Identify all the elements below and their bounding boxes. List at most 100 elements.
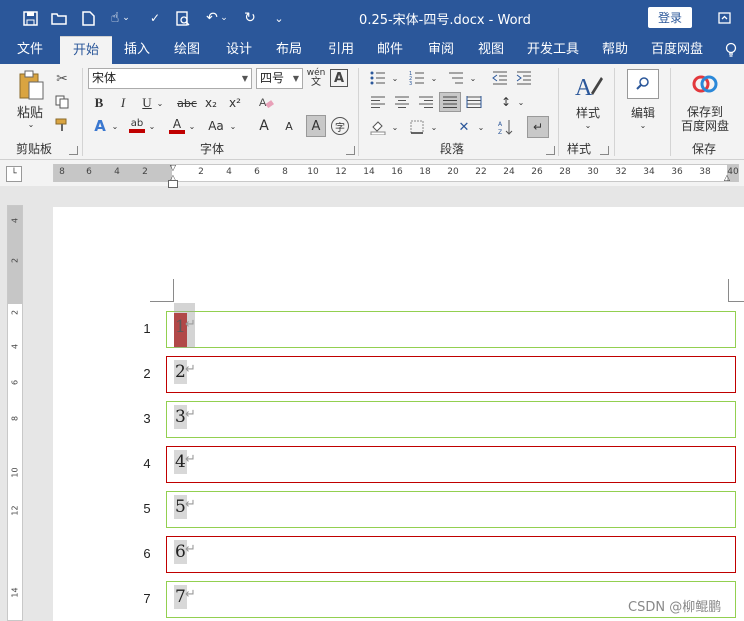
styles-gallery-icon[interactable]: A	[571, 70, 605, 104]
bordered-paragraph[interactable]: 6 ↵	[166, 536, 736, 573]
bordered-paragraph[interactable]: 5 ↵	[166, 491, 736, 528]
bullets-dropdown-icon[interactable]: ⌄	[390, 72, 400, 84]
ribbon-display-options-icon[interactable]	[713, 7, 735, 29]
underline-button[interactable]: U	[138, 94, 156, 112]
tab-references[interactable]: 引用	[320, 36, 362, 64]
styles-launcher-icon[interactable]	[600, 146, 609, 155]
search-icon[interactable]	[627, 69, 659, 99]
paste-dropdown-icon[interactable]: ⌄	[24, 119, 38, 129]
tab-developer[interactable]: 开发工具	[522, 36, 584, 64]
clear-formatting-icon[interactable]: A	[257, 94, 275, 112]
shading-icon[interactable]	[368, 118, 388, 136]
shading-dropdown-icon[interactable]: ⌄	[390, 121, 400, 133]
change-case-button[interactable]: Aa	[204, 116, 228, 136]
font-color-icon[interactable]: A	[167, 116, 187, 136]
save-icon[interactable]	[19, 6, 41, 30]
shrink-font-button[interactable]: A	[280, 116, 298, 136]
tab-baidu-netdisk[interactable]: 百度网盘	[646, 36, 708, 64]
open-folder-icon[interactable]	[48, 6, 70, 30]
paste-icon[interactable]	[14, 68, 48, 102]
cut-icon[interactable]: ✂	[52, 70, 72, 88]
tab-review[interactable]: 审阅	[420, 36, 462, 64]
show-marks-icon[interactable]: ↵	[527, 116, 549, 138]
font-launcher-icon[interactable]	[346, 146, 355, 155]
numbering-dropdown-icon[interactable]: ⌄	[429, 72, 439, 84]
format-painter-icon[interactable]	[52, 116, 72, 134]
tab-insert[interactable]: 插入	[116, 36, 158, 64]
baidu-netdisk-icon[interactable]	[690, 71, 720, 97]
styles-dropdown-icon[interactable]: ⌄	[581, 120, 595, 130]
tab-home[interactable]: 开始	[60, 36, 112, 64]
redo-icon[interactable]: ↻	[239, 6, 261, 30]
tab-draw[interactable]: 绘图	[166, 36, 208, 64]
tab-layout[interactable]: 布局	[268, 36, 310, 64]
bold-button[interactable]: B	[90, 94, 108, 112]
touch-dropdown-icon[interactable]: ⌄	[121, 6, 131, 30]
decrease-indent-icon[interactable]	[490, 70, 510, 86]
text-effects-icon[interactable]: A	[90, 116, 110, 136]
editing-button-label[interactable]: 编辑	[622, 104, 664, 120]
distributed-icon[interactable]	[464, 94, 484, 110]
font-color-dropdown-icon[interactable]: ⌄	[187, 119, 197, 133]
character-border-icon[interactable]: A	[330, 69, 348, 87]
increase-indent-icon[interactable]	[514, 70, 534, 86]
first-line-indent-marker[interactable]: ▽	[168, 162, 178, 172]
new-document-icon[interactable]	[77, 6, 99, 30]
login-button[interactable]: 登录	[648, 7, 692, 28]
bullets-icon[interactable]	[368, 70, 388, 86]
print-preview-icon[interactable]	[172, 6, 194, 30]
phonetic-guide-button[interactable]: wén 文	[307, 68, 326, 88]
line-spacing-icon[interactable]: ↕	[496, 94, 516, 110]
bordered-paragraph[interactable]: 4 ↵	[166, 446, 736, 483]
bordered-paragraph[interactable]: 1 ↵	[166, 303, 736, 348]
undo-dropdown-icon[interactable]: ⌄	[219, 6, 229, 30]
save-to-baidu-line2[interactable]: 百度网盘	[674, 118, 736, 133]
left-indent-marker[interactable]	[168, 180, 178, 188]
paste-button-label[interactable]: 粘贴	[12, 102, 48, 121]
borders-icon[interactable]	[407, 118, 427, 136]
tab-file[interactable]: 文件	[8, 36, 52, 64]
editing-dropdown-icon[interactable]: ⌄	[636, 120, 650, 130]
multilevel-dropdown-icon[interactable]: ⌄	[468, 72, 478, 84]
chinese-layout-dropdown-icon[interactable]: ⌄	[476, 121, 486, 133]
customize-qat-icon[interactable]: ⌄	[268, 6, 290, 30]
multilevel-list-icon[interactable]	[446, 70, 466, 86]
tab-mailings[interactable]: 邮件	[369, 36, 411, 64]
strikethrough-button[interactable]: abc	[175, 94, 199, 112]
line-spacing-dropdown-icon[interactable]: ⌄	[516, 96, 526, 108]
align-left-icon[interactable]	[368, 94, 388, 110]
bordered-paragraph[interactable]: 2 ↵	[166, 356, 736, 393]
chinese-layout-icon[interactable]: ✕	[452, 118, 476, 136]
align-right-icon[interactable]	[416, 94, 436, 110]
clipboard-launcher-icon[interactable]	[69, 146, 78, 155]
tab-selector-icon[interactable]: └	[6, 166, 22, 182]
numbering-icon[interactable]: 123	[407, 70, 427, 86]
tab-design[interactable]: 设计	[218, 36, 260, 64]
align-center-icon[interactable]	[392, 94, 412, 110]
paragraph-launcher-icon[interactable]	[546, 146, 555, 155]
lightbulb-icon[interactable]	[720, 36, 742, 64]
borders-dropdown-icon[interactable]: ⌄	[429, 121, 439, 133]
enclose-characters-button[interactable]: 字	[331, 117, 349, 135]
sort-icon[interactable]: AZ	[496, 118, 516, 136]
bordered-paragraph[interactable]: 3 ↵	[166, 401, 736, 438]
spelling-check-icon[interactable]: ✓	[144, 6, 166, 30]
tab-view[interactable]: 视图	[470, 36, 512, 64]
superscript-button[interactable]: x²	[226, 94, 244, 112]
subscript-button[interactable]: x₂	[202, 94, 220, 112]
styles-button-label[interactable]: 样式	[568, 104, 608, 120]
grow-font-button[interactable]: A	[255, 116, 273, 136]
tab-help[interactable]: 帮助	[594, 36, 636, 64]
highlight-color-icon[interactable]: ab	[127, 116, 147, 136]
copy-icon[interactable]	[52, 93, 72, 111]
italic-button[interactable]: I	[114, 94, 132, 112]
underline-dropdown-icon[interactable]: ⌄	[155, 96, 165, 110]
change-case-dropdown-icon[interactable]: ⌄	[228, 119, 238, 133]
font-size-combo[interactable]: 四号 ▼	[256, 68, 303, 89]
right-indent-marker[interactable]: △	[722, 172, 732, 182]
text-effects-dropdown-icon[interactable]: ⌄	[110, 119, 120, 133]
font-name-combo[interactable]: 宋体 ▼	[88, 68, 252, 89]
highlight-dropdown-icon[interactable]: ⌄	[147, 119, 157, 133]
justify-icon[interactable]	[439, 92, 461, 112]
character-shading-button[interactable]: A	[306, 115, 326, 137]
